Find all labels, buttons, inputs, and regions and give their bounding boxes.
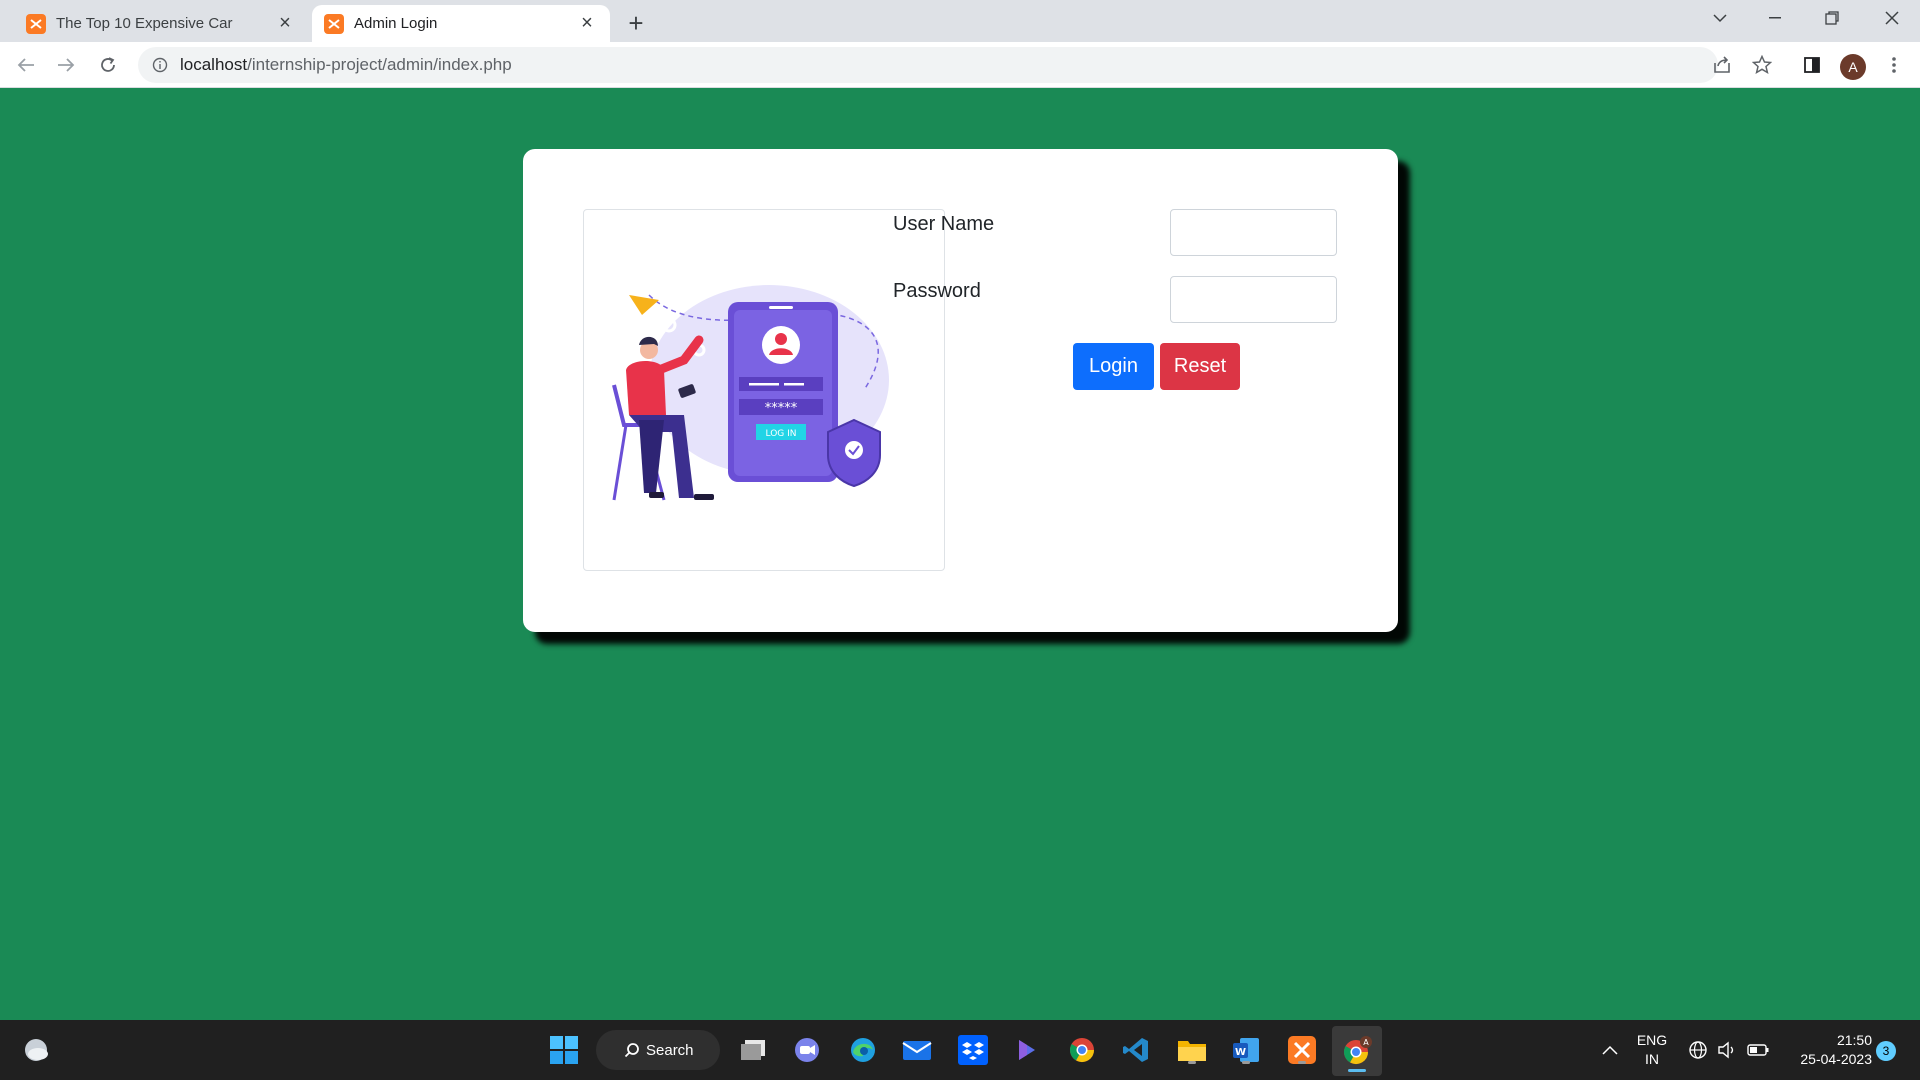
running-indicator [1242,1061,1250,1064]
vscode-icon[interactable] [1118,1032,1154,1068]
edge-icon[interactable] [845,1032,881,1068]
close-window-icon[interactable] [1864,0,1920,36]
active-indicator [1348,1069,1366,1072]
file-explorer-icon[interactable] [1174,1032,1210,1068]
password-input[interactable] [1170,276,1337,323]
xampp-icon[interactable] [1284,1032,1320,1068]
login-card: ***** LOG IN User Name Password Login Re… [523,149,1398,632]
tab-admin-login[interactable]: Admin Login × [312,5,610,42]
task-view-icon[interactable] [735,1032,771,1068]
search-icon [624,1043,639,1058]
tab-expensive-car[interactable]: The Top 10 Expensive Car × [14,5,308,42]
language-code: ENG [1636,1032,1668,1048]
illustration-password-mask: ***** [765,401,798,416]
chevron-up-icon[interactable] [1592,1032,1628,1068]
profile-avatar[interactable]: A [1840,54,1866,80]
reload-icon[interactable] [92,49,124,81]
browser-toolbar: localhost/internship-project/admin/index… [0,42,1920,88]
address-bar[interactable]: localhost/internship-project/admin/index… [138,47,1718,83]
new-tab-button[interactable]: + [622,8,650,38]
battery-icon[interactable] [1742,1032,1774,1068]
svg-text:A: A [1363,1038,1369,1047]
svg-text:W: W [1235,1047,1246,1058]
clock[interactable]: 21:50 25-04-2023 [1782,1031,1872,1069]
teams-chat-icon[interactable] [789,1032,825,1068]
dropbox-icon[interactable] [955,1032,991,1068]
login-button[interactable]: Login [1073,343,1154,390]
xampp-favicon-icon [26,13,46,34]
menu-kebab-icon[interactable] [1878,49,1910,81]
forward-arrow-icon[interactable] [50,49,82,81]
tab-search-icon[interactable] [1692,0,1748,36]
search-label: Search [646,1041,694,1059]
minimize-icon[interactable] [1748,0,1804,36]
running-indicator [1188,1061,1196,1064]
login-illustration: ***** LOG IN [583,209,945,571]
url-text: localhost/internship-project/admin/index… [180,55,512,75]
clock-date: 25-04-2023 [1800,1051,1872,1067]
bookmark-star-icon[interactable] [1746,49,1778,81]
mail-icon[interactable] [899,1032,935,1068]
username-label: User Name [893,213,995,235]
notification-badge[interactable]: 3 [1876,1041,1896,1061]
chrome-icon[interactable] [1064,1032,1100,1068]
running-indicator [1298,1061,1306,1064]
weather-icon[interactable] [18,1032,54,1068]
reset-button[interactable]: Reset [1160,343,1240,390]
copilot-icon[interactable] [1009,1032,1045,1068]
url-path: /internship-project/admin/index.php [247,55,512,74]
tab-title: The Top 10 Expensive Car [56,15,233,32]
back-arrow-icon[interactable] [10,49,42,81]
language-indicator[interactable]: ENG IN [1630,1031,1674,1069]
tab-title: Admin Login [354,15,438,32]
tab-strip: The Top 10 Expensive Car × Admin Login ×… [0,0,1920,42]
taskbar-search[interactable]: Search [596,1030,720,1070]
password-label: Password [893,280,981,302]
close-tab-icon[interactable]: × [576,12,598,35]
start-windows-icon[interactable] [546,1032,582,1068]
site-info-icon[interactable] [150,55,170,75]
windows-taskbar: Search W A ENG IN 21:50 25-04-2023 3 [0,1020,1920,1080]
share-icon[interactable] [1706,49,1738,81]
close-tab-icon[interactable]: × [274,12,296,35]
username-input[interactable] [1170,209,1337,256]
restore-icon[interactable] [1804,0,1860,36]
volume-icon[interactable] [1712,1032,1742,1068]
side-panel-icon[interactable] [1796,49,1828,81]
chrome-profile-icon[interactable]: A [1332,1026,1382,1076]
xampp-favicon-icon [324,13,344,34]
url-host: localhost [180,55,248,74]
illustration-login-text: LOG IN [766,429,797,439]
clock-time: 21:50 [1836,1032,1872,1048]
region-code: IN [1645,1051,1659,1067]
network-globe-icon[interactable] [1682,1032,1714,1068]
word-icon[interactable]: W [1228,1032,1264,1068]
